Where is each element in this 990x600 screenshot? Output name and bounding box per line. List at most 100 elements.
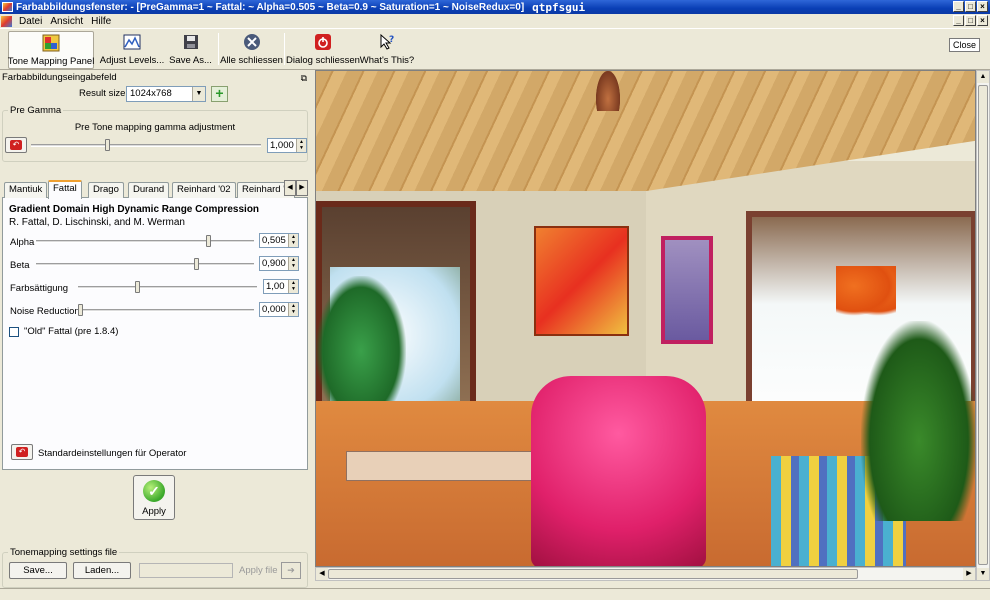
vertical-scroll-thumb[interactable] (978, 85, 988, 565)
image-plant-right (861, 321, 975, 521)
noise-reduction-spinbox[interactable]: 0,000 ▲ ▼ (259, 302, 299, 317)
menu-ansicht[interactable]: Ansicht (46, 16, 87, 27)
settings-file-group: Tonemapping settings file Save... Laden.… (2, 547, 308, 588)
apply-label: Apply (142, 506, 166, 517)
save-settings-button[interactable]: Save... (9, 562, 67, 579)
save-as-button[interactable]: Save As... (168, 31, 213, 69)
alpha-label: Alpha (10, 237, 35, 248)
close-all-button[interactable]: Alle schliessen (220, 31, 283, 69)
result-size-select[interactable]: 1024x768 ▼ (126, 86, 206, 102)
result-size-value: 1024x768 (130, 88, 172, 99)
document-icon[interactable] (1, 15, 12, 27)
settings-file-title: Tonemapping settings file (8, 547, 120, 558)
image-lamp (596, 71, 620, 111)
pre-gamma-slider-thumb[interactable] (105, 139, 111, 151)
image-painting (534, 226, 629, 336)
saturation-label: Farbsättigung (10, 283, 69, 294)
alpha-slider[interactable] (36, 240, 254, 243)
tab-scroll-right-button[interactable]: ▶ (296, 180, 308, 196)
horizontal-scrollbar[interactable]: ◀ ▶ (315, 567, 976, 581)
svg-text:?: ? (389, 35, 394, 45)
close-button[interactable]: Close (948, 38, 980, 52)
beta-slider-thumb[interactable] (193, 258, 199, 270)
beta-value: 0,900 (262, 258, 286, 269)
beta-slider[interactable] (36, 263, 254, 266)
old-fattal-label: "Old" Fattal (pre 1.8.4) (24, 326, 119, 337)
levels-icon (122, 32, 142, 52)
palette-icon (41, 33, 61, 53)
noise-reduction-slider-thumb[interactable] (78, 304, 83, 316)
old-fattal-checkbox[interactable] (9, 327, 19, 337)
noise-reduction-slider[interactable] (78, 309, 254, 312)
apply-button[interactable]: ✓ Apply (133, 475, 175, 520)
saturation-slider-thumb[interactable] (135, 281, 141, 293)
watermark-text: qtpfsgui (532, 0, 586, 14)
whats-this-label: What's This? (359, 55, 415, 66)
menu-bar: Datei Ansicht Hilfe _ □ × (0, 14, 990, 28)
spin-arrows-icon[interactable]: ▲ ▼ (288, 257, 298, 270)
operator-reset-button[interactable]: ↶ (11, 444, 33, 460)
pre-gamma-reset-button[interactable]: ↶ (5, 137, 27, 153)
mdi-minimize-button[interactable]: _ (953, 15, 964, 26)
image-horse-picture (661, 236, 713, 344)
pre-gamma-slider[interactable] (31, 144, 261, 147)
close-all-label: Alle schliessen (220, 55, 283, 66)
result-size-row: Result size: 1024x768 ▼ + (0, 85, 311, 103)
tone-mapping-panel-button[interactable]: Tone Mapping Panel (8, 31, 94, 69)
tab-mantiuk[interactable]: Mantiuk (4, 182, 48, 198)
spin-arrows-icon[interactable]: ▲ ▼ (288, 234, 298, 247)
saturation-spinbox[interactable]: 1,00 ▲ ▼ (263, 279, 299, 294)
minimize-button[interactable]: _ (953, 1, 964, 12)
add-size-button[interactable]: + (211, 86, 228, 102)
mdi-restore-button[interactable]: □ (965, 15, 976, 26)
noise-reduction-value: 0,000 (262, 304, 286, 315)
spin-arrows-icon[interactable]: ▲ ▼ (288, 280, 298, 293)
alpha-slider-thumb[interactable] (206, 235, 212, 247)
mdi-close-button[interactable]: × (977, 15, 988, 26)
save-as-label: Save As... (169, 55, 212, 66)
operator-reset-label: Standardeinstellungen für Operator (38, 448, 187, 459)
undock-icon[interactable]: ⧉ (301, 72, 307, 85)
spin-arrows-icon[interactable]: ▲ ▼ (296, 139, 306, 152)
tab-fattal[interactable]: Fattal (48, 180, 82, 199)
noise-reduction-label: Noise Reduction (10, 306, 80, 317)
adjust-levels-button[interactable]: Adjust Levels... (100, 31, 164, 69)
spin-arrows-icon[interactable]: ▲ ▼ (288, 303, 298, 316)
tab-drago[interactable]: Drago (88, 182, 124, 198)
beta-label: Beta (10, 260, 30, 271)
chevron-down-icon[interactable]: ▼ (192, 87, 205, 101)
undo-icon: ↶ (10, 140, 22, 150)
tab-scroll-left-button[interactable]: ◀ (284, 180, 296, 196)
horizontal-scroll-thumb[interactable] (328, 569, 858, 579)
scroll-down-icon[interactable]: ▼ (977, 568, 989, 580)
maximize-button[interactable]: □ (965, 1, 976, 12)
saturation-slider[interactable] (78, 286, 257, 289)
scroll-left-icon[interactable]: ◀ (316, 568, 328, 580)
apply-file-button[interactable]: ➔ (281, 562, 301, 579)
whats-this-button[interactable]: ? What's This? (359, 31, 415, 69)
power-icon (313, 32, 333, 52)
undo-icon: ↶ (16, 447, 28, 457)
close-dialog-label: Dialog schliessen (286, 55, 360, 66)
pre-gamma-description: Pre Tone mapping gamma adjustment (74, 122, 236, 133)
pre-gamma-spinbox[interactable]: 1,000 ▲ ▼ (267, 138, 307, 153)
scroll-up-icon[interactable]: ▲ (977, 71, 989, 83)
image-table (346, 451, 536, 481)
menu-hilfe[interactable]: Hilfe (87, 16, 115, 27)
alpha-spinbox[interactable]: 0,505 ▲ ▼ (259, 233, 299, 248)
menu-datei[interactable]: Datei (15, 16, 46, 27)
scroll-right-icon[interactable]: ▶ (963, 568, 975, 580)
tab-reinhard-02[interactable]: Reinhard '02 (172, 182, 236, 198)
close-window-button[interactable]: × (977, 1, 988, 12)
tab-durand[interactable]: Durand (128, 182, 170, 198)
load-settings-button[interactable]: Laden... (73, 562, 131, 579)
close-dialog-button[interactable]: Dialog schliessen (286, 31, 360, 69)
fattal-tab-panel: Gradient Domain High Dynamic Range Compr… (2, 198, 308, 470)
title-bar: Farbabbildungsfenster: - [PreGamma=1 ~ F… (0, 0, 990, 14)
settings-file-field[interactable] (139, 563, 233, 578)
vertical-scrollbar[interactable]: ▲ ▼ (976, 70, 990, 581)
tonemapped-image-view[interactable] (315, 70, 976, 567)
beta-spinbox[interactable]: 0,900 ▲ ▼ (259, 256, 299, 271)
operator-authors: R. Fattal, D. Lischinski, and M. Werman (9, 217, 185, 228)
operator-tabs: Mantiuk Fattal Drago Durand Reinhard '02… (2, 180, 308, 199)
